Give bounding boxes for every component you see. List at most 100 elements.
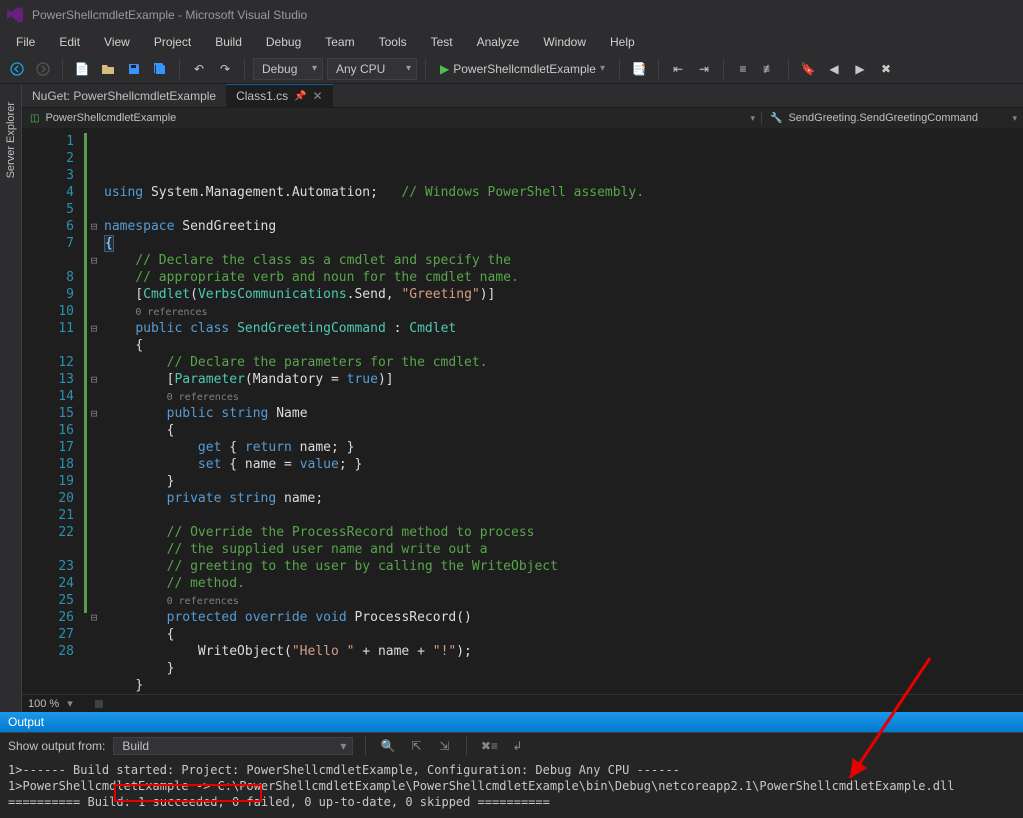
code-line [84, 202, 104, 217]
code-line: { [84, 338, 143, 353]
code-line: { [84, 627, 174, 642]
code-line: // method. [84, 576, 245, 591]
solution-config-dropdown[interactable]: Debug [253, 58, 323, 80]
menu-view[interactable]: View [94, 33, 140, 51]
code-line: set { name = value; } [84, 457, 362, 472]
nav-back-icon[interactable] [6, 58, 28, 80]
new-file-icon[interactable]: 📄 [71, 58, 93, 80]
menu-bar: FileEditViewProjectBuildDebugTeam ToolsTe… [0, 30, 1023, 54]
menu-edit[interactable]: Edit [49, 33, 90, 51]
close-icon[interactable]: ✕ [313, 89, 323, 103]
menu-project[interactable]: Project [144, 33, 201, 51]
code-content[interactable]: using System.Management.Automation; // W… [84, 129, 1023, 694]
code-line: WriteObject("Hello " + name + "!"); [84, 644, 472, 659]
document-tabs: NuGet: PowerShellcmdletExample Class1.cs 📌… [22, 84, 1023, 108]
line-number-gutter: 1234567891011121314151617181920212223242… [22, 129, 84, 694]
output-word-wrap-icon[interactable]: ↲ [507, 736, 527, 756]
zoom-level[interactable]: 100 % [28, 698, 59, 710]
fold-toggle[interactable] [88, 320, 100, 337]
pin-icon[interactable]: 📌 [294, 91, 306, 102]
menu-help[interactable]: Help [600, 33, 645, 51]
code-line: // appropriate verb and noun for the cmd… [84, 270, 519, 285]
code-line: } [84, 661, 174, 676]
code-line: get { return name; } [84, 440, 354, 455]
code-line: { [84, 423, 174, 438]
undo-icon[interactable]: ↶ [188, 58, 210, 80]
toolbar-indent-less-icon[interactable]: ⇤ [667, 58, 689, 80]
member-scope-dropdown[interactable]: 🔧 SendGreeting.SendGreetingCommand [762, 112, 1023, 124]
toolbar-comment-icon[interactable]: ≡ [732, 58, 754, 80]
toolbar-next-bookmark-icon[interactable]: ▶ [849, 58, 871, 80]
start-debug-button[interactable]: ▶PowerShellcmdletExample▾ [434, 58, 611, 80]
fold-toggle[interactable] [88, 609, 100, 626]
code-line [84, 508, 104, 523]
menu-test[interactable]: Test [421, 33, 463, 51]
doc-tab-label: Class1.cs [236, 89, 288, 103]
server-explorer-tab[interactable]: Server Explorer [3, 92, 19, 188]
no-issues-indicator [95, 700, 103, 708]
open-folder-icon[interactable] [97, 58, 119, 80]
menu-tools[interactable]: Tools [369, 33, 417, 51]
editor-status-bar: 100 % ▾ [22, 694, 1023, 712]
output-find-icon[interactable]: 🔍 [378, 736, 398, 756]
output-clear-icon[interactable]: ✖≡ [479, 736, 499, 756]
output-title: Output [8, 715, 44, 729]
navigation-bar: ◫ PowerShellcmdletExample 🔧 SendGreeting… [22, 108, 1023, 129]
save-all-icon[interactable] [149, 58, 171, 80]
code-line: [Cmdlet(VerbsCommunications.Send, "Greet… [84, 287, 495, 302]
toolbar-step-icon[interactable]: 📑 [628, 58, 650, 80]
doc-tab-label: NuGet: PowerShellcmdletExample [32, 89, 216, 103]
output-toolbar: Show output from: Build 🔍 ⇱ ⇲ ✖≡ ↲ [0, 732, 1023, 758]
csharp-project-icon: ◫ [30, 113, 39, 124]
toolbar-clear-bookmark-icon[interactable]: ✖ [875, 58, 897, 80]
code-line: namespace SendGreeting [84, 219, 276, 234]
doc-tab[interactable]: NuGet: PowerShellcmdletExample [22, 84, 226, 107]
menu-file[interactable]: File [6, 33, 45, 51]
menu-team[interactable]: Team [315, 33, 364, 51]
main-toolbar: 📄 ↶ ↷ Debug Any CPU ▶PowerShellcmdletExa… [0, 54, 1023, 84]
code-line: } [84, 474, 174, 489]
toolbar-bookmark-icon[interactable]: 🔖 [797, 58, 819, 80]
menu-debug[interactable]: Debug [256, 33, 311, 51]
window-titlebar: PowerShellcmdletExample - Microsoft Visu… [0, 0, 1023, 30]
code-line: // Override the ProcessRecord method to … [84, 525, 534, 540]
menu-build[interactable]: Build [205, 33, 252, 51]
code-line: // Declare the parameters for the cmdlet… [84, 355, 488, 370]
output-goto-prev-icon[interactable]: ⇱ [406, 736, 426, 756]
menu-analyze[interactable]: Analyze [467, 33, 530, 51]
menu-window[interactable]: Window [533, 33, 596, 51]
code-line: using System.Management.Automation; // W… [84, 185, 644, 200]
redo-icon[interactable]: ↷ [214, 58, 236, 80]
left-tool-strip: Server Explorer [0, 84, 22, 712]
window-title: PowerShellcmdletExample - Microsoft Visu… [32, 8, 307, 22]
toolbar-prev-bookmark-icon[interactable]: ◀ [823, 58, 845, 80]
code-line: // Declare the class as a cmdlet and spe… [84, 253, 511, 268]
fold-toggle[interactable] [88, 252, 100, 269]
toolbar-uncomment-icon[interactable]: ≢ [758, 58, 780, 80]
output-panel-header[interactable]: Output [0, 712, 1023, 732]
output-source-dropdown[interactable]: Build [113, 737, 353, 755]
save-icon[interactable] [123, 58, 145, 80]
solution-platform-dropdown[interactable]: Any CPU [327, 58, 417, 80]
project-scope-dropdown[interactable]: ◫ PowerShellcmdletExample [22, 112, 762, 124]
fold-toggle[interactable] [88, 371, 100, 388]
code-line: } [84, 678, 143, 693]
annotation-highlight [114, 784, 262, 802]
code-line: { [84, 236, 114, 251]
code-line: protected override void ProcessRecord() [84, 610, 472, 625]
code-line: private string name; [84, 491, 323, 506]
class-icon: 🔧 [770, 113, 782, 124]
output-panel: Output Show output from: Build 🔍 ⇱ ⇲ ✖≡ … [0, 712, 1023, 818]
code-line: 0 references [84, 389, 239, 404]
doc-tab[interactable]: Class1.cs 📌 ✕ [226, 84, 333, 107]
code-editor[interactable]: 1234567891011121314151617181920212223242… [22, 129, 1023, 694]
vs-logo-icon [6, 6, 24, 24]
code-line: public string Name [84, 406, 308, 421]
nav-fwd-icon[interactable] [32, 58, 54, 80]
fold-toggle[interactable] [88, 218, 100, 235]
code-line: 0 references [84, 304, 208, 319]
fold-toggle[interactable] [88, 405, 100, 422]
toolbar-indent-more-icon[interactable]: ⇥ [693, 58, 715, 80]
editor-area: NuGet: PowerShellcmdletExample Class1.cs 📌… [22, 84, 1023, 712]
output-goto-next-icon[interactable]: ⇲ [434, 736, 454, 756]
